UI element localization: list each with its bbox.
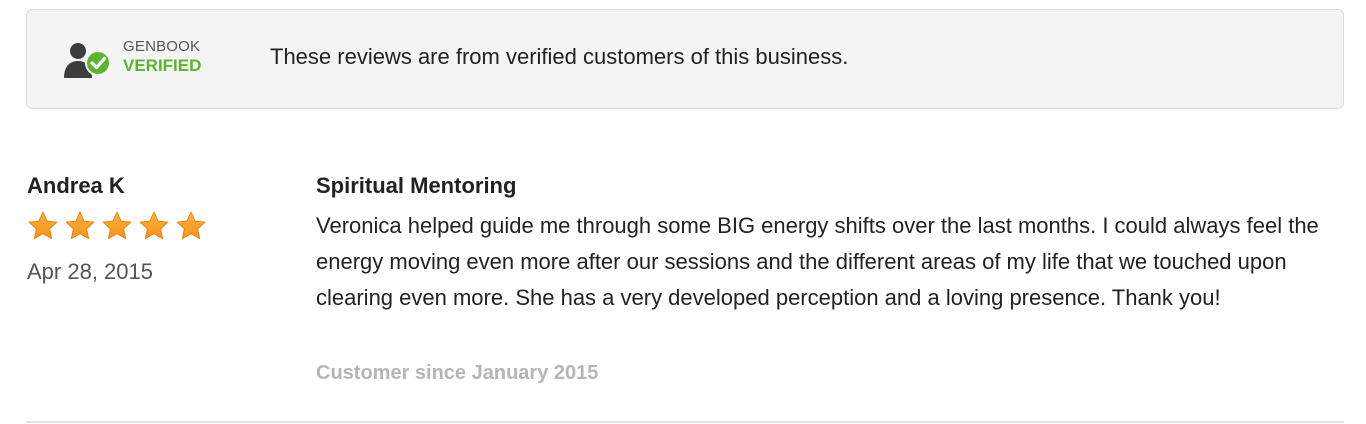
banner-message: These reviews are from verified customer… [270,44,849,69]
star-icon [65,211,95,240]
star-icon [102,211,132,240]
service-title: Spiritual Mentoring [316,173,517,198]
badge-brand-label: GENBOOK [123,38,201,55]
customer-since: Customer since January 2015 [316,362,599,384]
reviewer-name: Andrea K [27,173,125,198]
review-text: Veronica helped guide me through some BI… [316,213,1319,310]
star-icon [28,211,58,240]
star-icon [139,211,169,240]
verified-user-check-icon [64,43,111,78]
star-icon [176,211,206,240]
review-item: Andrea K Apr 28, 2015 Spiritual Mentorin… [0,150,1366,423]
review-divider [26,421,1344,423]
review-date: Apr 28, 2015 [27,259,153,284]
verified-banner: GENBOOK VERIFIED These reviews are from … [26,9,1344,109]
badge-verified-label: VERIFIED [123,56,202,75]
star-rating [27,210,212,244]
genbook-verified-badge: GENBOOK VERIFIED [61,37,231,81]
